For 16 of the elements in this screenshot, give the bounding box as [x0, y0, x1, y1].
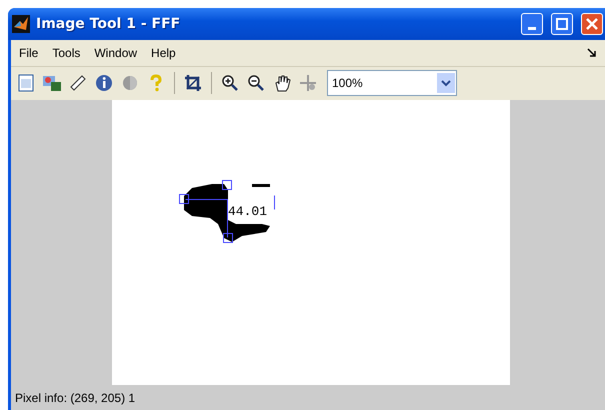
window-title: Image Tool 1 - FFF [36, 16, 182, 32]
zoom-level-dropdown[interactable]: 100% [327, 70, 457, 96]
menu-item[interactable]: Window [88, 46, 144, 60]
caret-icon [437, 73, 455, 94]
maximize-button[interactable] [551, 12, 573, 35]
menu-item[interactable]: Tools [46, 46, 86, 60]
dock-arrow-icon[interactable] [587, 48, 597, 58]
maximize-icon [556, 18, 568, 30]
menu-item[interactable]: File [13, 46, 44, 60]
close-icon [586, 18, 598, 30]
pixel-info-text: Pixel info: (269, 205) 1 [15, 390, 136, 405]
minimize-icon [528, 27, 536, 30]
minimize-button[interactable] [521, 12, 543, 35]
menu-item[interactable]: Help [145, 46, 182, 60]
app-logo-icon [12, 14, 30, 33]
close-button[interactable] [581, 12, 603, 35]
